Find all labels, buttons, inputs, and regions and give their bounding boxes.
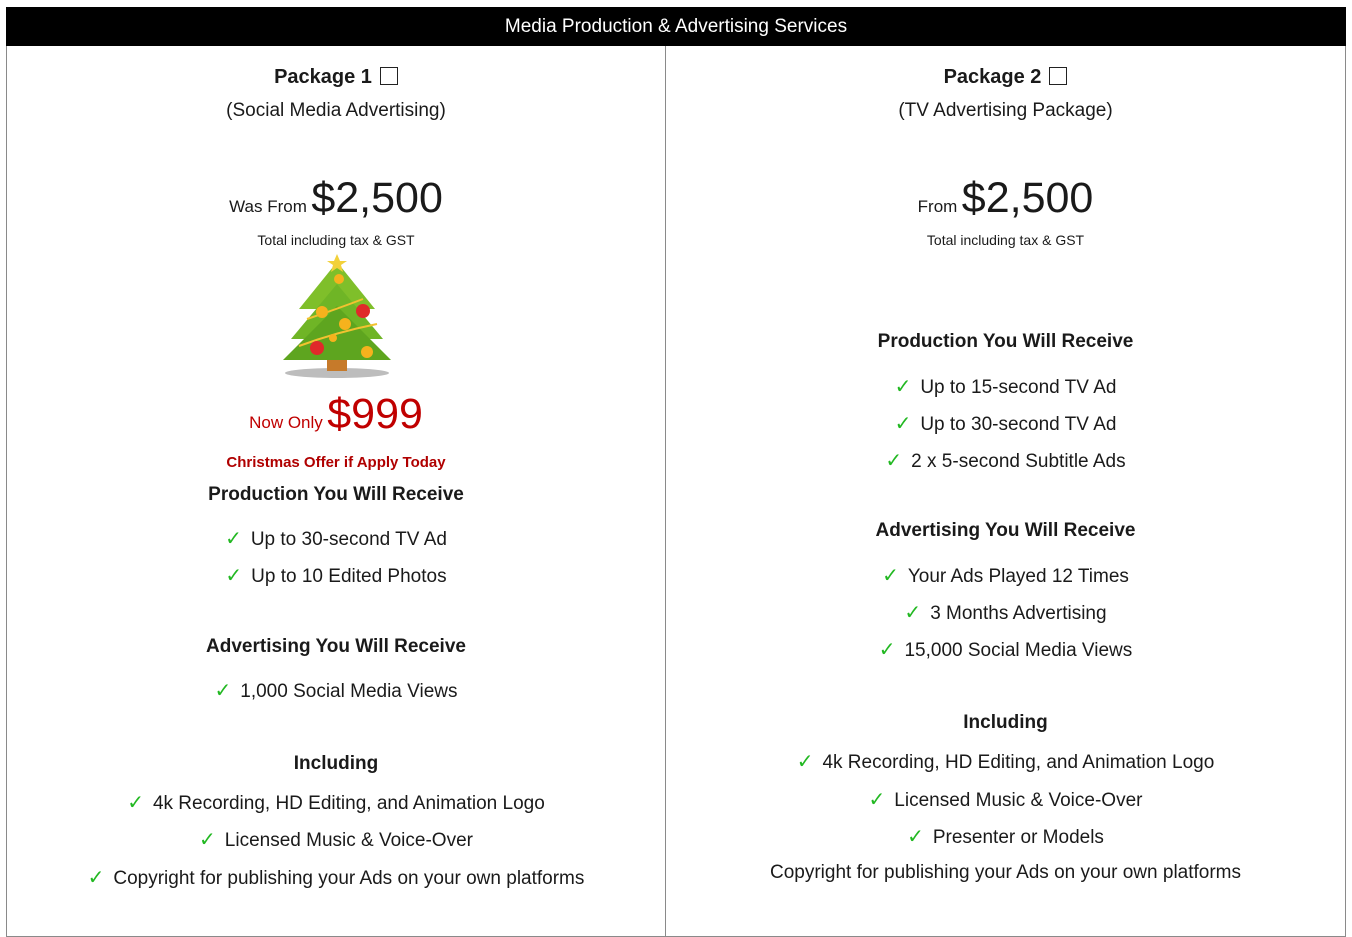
checkmark-icon: ✓ (878, 639, 896, 661)
checkmark-icon: ✓ (882, 565, 899, 587)
checkmark-icon: ✓ (894, 376, 912, 398)
package-1-production-heading: Production You Will Receive (208, 484, 464, 505)
christmas-tree-icon (283, 254, 391, 378)
package-2-price: $2,500 (961, 174, 1094, 222)
package-1-promo-prefix: Now Only (249, 413, 323, 432)
list-item: ✓ Presenter or Models (907, 826, 1104, 848)
package-1-checkbox[interactable] (379, 67, 398, 85)
list-item: ✓ 15,000 Social Media Views (878, 639, 1133, 661)
list-item: ✓ Up to 30-second TV Ad (894, 413, 1117, 435)
page-header: Media Production & Advertising Services (6, 7, 1346, 46)
package-2-title: Package 2 (943, 66, 1042, 88)
checkmark-icon: ✓ (796, 751, 814, 773)
checkmark-icon: ✓ (907, 826, 924, 848)
list-item: ✓ Copyright for publishing your Ads on yo… (87, 867, 585, 889)
header-title: Media Production & Advertising Services (504, 16, 848, 37)
checkmark-icon: ✓ (87, 867, 105, 889)
list-item: ✓ Licensed Music & Voice-Over (868, 789, 1143, 811)
package-1-promo-price: $999 (327, 390, 423, 438)
list-item: Copyright for publishing your Ads on you… (769, 862, 1242, 883)
checkmark-icon: ✓ (225, 528, 242, 550)
package-1-price-prefix: Was From (229, 197, 307, 216)
list-item: ✓ 1,000 Social Media Views (214, 680, 458, 702)
package-2-production-heading: Production You Will Receive (877, 331, 1134, 352)
package-1-advertising-heading: Advertising You Will Receive (206, 636, 466, 657)
list-item: ✓ Up to 30-second TV Ad (225, 528, 447, 550)
list-item: ✓ 4k Recording, HD Editing, and Animation… (127, 792, 545, 814)
list-item: ✓ 4k Recording, HD Editing, and Animation… (796, 751, 1215, 773)
package-2-price-prefix: From (917, 197, 958, 216)
package-1-subtitle: (Social Media Advertising) (226, 100, 446, 121)
list-item: ✓ Licensed Music & Voice-Over (199, 829, 473, 851)
package-1-including-heading: Including (293, 753, 379, 774)
package-2-checkbox[interactable] (1049, 67, 1068, 85)
package-2-price-line: From $2,500 (666, 174, 1345, 223)
checkmark-icon: ✓ (214, 680, 232, 702)
checkmark-icon: ✓ (894, 413, 912, 435)
package-1-title: Package 1 (274, 66, 372, 88)
package-2-tax-note: Total including tax & GST (926, 232, 1085, 248)
package-1-offer: Christmas Offer if Apply Today (226, 454, 446, 471)
package-1-tax-note: Total including tax & GST (257, 232, 415, 248)
package-1-price: $2,500 (311, 174, 443, 222)
package-2-including-heading: Including (963, 712, 1048, 733)
package-1-header: Package 1 (7, 66, 665, 89)
checkmark-icon: ✓ (225, 565, 243, 587)
package-1-promo-line: Now Only $999 (7, 390, 665, 439)
checkmark-icon: ✓ (868, 789, 886, 811)
package-2-header: Package 2 (666, 66, 1345, 89)
list-item: ✓ 3 Months Advertising (904, 602, 1107, 624)
package-2-subtitle: (TV Advertising Package) (898, 100, 1113, 121)
checkmark-icon: ✓ (885, 450, 903, 472)
checkmark-icon: ✓ (199, 829, 216, 851)
checkmark-icon: ✓ (904, 602, 922, 624)
list-item: ✓ Up to 15-second TV Ad (894, 376, 1117, 398)
checkmark-icon: ✓ (127, 792, 144, 814)
list-item: ✓ Your Ads Played 12 Times (882, 565, 1129, 587)
package-2-advertising-heading: Advertising You Will Receive (875, 520, 1136, 541)
list-item: ✓ Up to 10 Edited Photos (225, 565, 447, 587)
package-1-price-line: Was From $2,500 (7, 174, 665, 223)
list-item: ✓ 2 x 5-second Subtitle Ads (885, 450, 1126, 472)
